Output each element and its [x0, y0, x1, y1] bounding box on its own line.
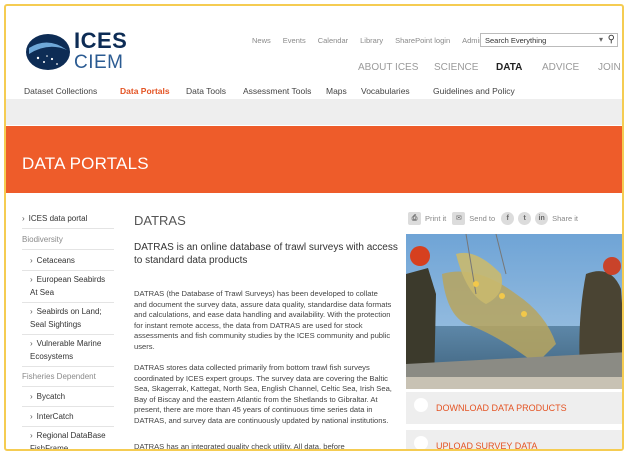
- sidebar-item-vme[interactable]: › Vulnerable Marine Ecosystems: [30, 337, 114, 363]
- sidebar-divider: [22, 386, 114, 387]
- sidebar-divider: [22, 302, 114, 303]
- chevron-right-icon: ›: [22, 214, 25, 223]
- sidebar-divider: [22, 228, 114, 229]
- article: DATRAS DATRAS is an online database of t…: [134, 213, 399, 449]
- upload-survey-data-button[interactable]: UPLOAD SURVEY DATA: [406, 430, 622, 451]
- sidebar-item-seabirds-on-land[interactable]: › Seabirds on Land; Seal Sightings: [30, 305, 114, 331]
- article-paragraph: DATRAS (the Database of Trawl Surveys) h…: [134, 289, 392, 351]
- chevron-right-icon: ›: [30, 412, 33, 421]
- article-lead: DATRAS is an online database of trawl su…: [134, 242, 398, 266]
- sub-nav-data-portals[interactable]: Data Portals: [120, 86, 170, 96]
- utility-link-events[interactable]: Events: [283, 36, 306, 45]
- sidebar-divider: [22, 366, 114, 367]
- sub-nav-dataset-collections[interactable]: Dataset Collections: [24, 86, 97, 96]
- article-title: DATRAS: [134, 213, 186, 228]
- page-title: DATA PORTALS: [22, 154, 149, 173]
- sidebar-item-label: InterCatch: [36, 412, 74, 421]
- sidebar-divider: [22, 426, 114, 427]
- sidebar-divider: [22, 334, 114, 335]
- search-input[interactable]: Search Everything ▾ ⚲: [480, 33, 618, 47]
- sidebar-item-label: European Seabirds At Sea: [30, 275, 106, 297]
- sidebar-item-cetaceans[interactable]: › Cetaceans: [30, 254, 114, 267]
- sub-nav-guidelines[interactable]: Guidelines and Policy: [433, 86, 515, 96]
- email-icon[interactable]: ✉: [452, 212, 466, 225]
- photo-illustration: [406, 234, 622, 389]
- chevron-right-icon: ›: [30, 275, 33, 284]
- send-link[interactable]: Send to: [469, 214, 495, 223]
- print-icon[interactable]: ⎙: [408, 212, 421, 225]
- sidebar-item-label: Seabirds on Land; Seal Sightings: [30, 307, 102, 329]
- chevron-right-icon: ›: [30, 307, 33, 316]
- sub-nav-maps[interactable]: Maps: [326, 86, 347, 96]
- utility-link-sharepoint[interactable]: SharePoint login: [395, 36, 450, 45]
- sidebar-item-label: Cetaceans: [36, 256, 75, 265]
- download-label: DOWNLOAD DATA PRODUCTS: [436, 403, 567, 413]
- subnav-band: [6, 99, 622, 125]
- search-icon[interactable]: ⚲: [608, 34, 615, 45]
- print-link[interactable]: Print it: [425, 214, 446, 223]
- ices-globe-icon: [26, 34, 70, 70]
- sidebar-item-rdb-fishframe[interactable]: › Regional DataBase FishFrame: [30, 429, 114, 451]
- fishermen-trawl-photo: [406, 234, 622, 389]
- facebook-icon[interactable]: f: [501, 212, 515, 225]
- chevron-right-icon: ›: [30, 339, 33, 348]
- main-nav-science[interactable]: SCIENCE: [434, 62, 478, 73]
- utility-nav: News Events Calendar Library SharePoint …: [252, 36, 495, 45]
- sub-nav-vocabularies[interactable]: Vocabularies: [361, 86, 410, 96]
- share-bar: ⎙ Print it ✉ Send to f t in Share it: [408, 212, 584, 225]
- utility-link-news[interactable]: News: [252, 36, 271, 45]
- sidebar-item-ices-data-portal[interactable]: › ICES data portal: [22, 212, 112, 225]
- page-banner: DATA PORTALS: [6, 126, 622, 193]
- sidebar-category-fisheries: Fisheries Dependent: [22, 372, 96, 381]
- download-icon: [414, 398, 428, 412]
- main-nav-join[interactable]: JOIN US: [598, 62, 622, 73]
- sidebar-item-bycatch[interactable]: › Bycatch: [30, 390, 114, 403]
- download-data-products-button[interactable]: DOWNLOAD DATA PRODUCTS: [406, 392, 622, 424]
- chevron-right-icon: ›: [30, 256, 33, 265]
- main-nav-data[interactable]: DATA: [496, 62, 522, 73]
- sidebar-item-label: Regional DataBase FishFrame: [30, 431, 106, 451]
- sidebar-item-label: Vulnerable Marine Ecosystems: [30, 339, 102, 361]
- utility-link-calendar[interactable]: Calendar: [318, 36, 348, 45]
- sub-nav-data-tools[interactable]: Data Tools: [186, 86, 226, 96]
- upload-label: UPLOAD SURVEY DATA: [436, 441, 538, 451]
- sidebar-item-intercatch[interactable]: › InterCatch: [30, 410, 114, 423]
- article-paragraph: DATRAS stores data collected primarily f…: [134, 363, 392, 425]
- sidebar-item-seabirds-at-sea[interactable]: › European Seabirds At Sea: [30, 273, 114, 299]
- browser-frame: ICES CIEM News Events Calendar Library S…: [4, 4, 624, 451]
- upload-icon: [414, 436, 428, 449]
- search-scope-dropdown-icon[interactable]: ▾: [599, 35, 603, 44]
- sidebar-divider: [22, 270, 114, 271]
- search-input-value: Search Everything: [485, 36, 547, 45]
- chevron-right-icon: ›: [30, 392, 33, 401]
- article-paragraph: DATRAS has an integrated quality check u…: [134, 442, 345, 451]
- twitter-icon[interactable]: t: [518, 212, 532, 225]
- sidebar-item-label: Bycatch: [36, 392, 66, 401]
- brand-name-ciem: CIEM: [74, 52, 124, 73]
- main-nav-advice[interactable]: ADVICE: [542, 62, 579, 73]
- chevron-right-icon: ›: [30, 431, 33, 440]
- brand-name-ices: ICES: [74, 28, 128, 53]
- ices-logo[interactable]: ICES CIEM: [26, 28, 141, 78]
- utility-link-library[interactable]: Library: [360, 36, 383, 45]
- linkedin-icon[interactable]: in: [535, 212, 549, 225]
- sidebar-category-biodiversity: Biodiversity: [22, 235, 63, 244]
- share-link[interactable]: Share it: [552, 214, 578, 223]
- main-nav-about[interactable]: ABOUT ICES: [358, 62, 418, 73]
- sidebar-item-label: ICES data portal: [28, 214, 88, 223]
- sidebar-divider: [22, 249, 114, 250]
- sub-nav-assessment-tools[interactable]: Assessment Tools: [243, 86, 311, 96]
- sidebar-divider: [22, 406, 114, 407]
